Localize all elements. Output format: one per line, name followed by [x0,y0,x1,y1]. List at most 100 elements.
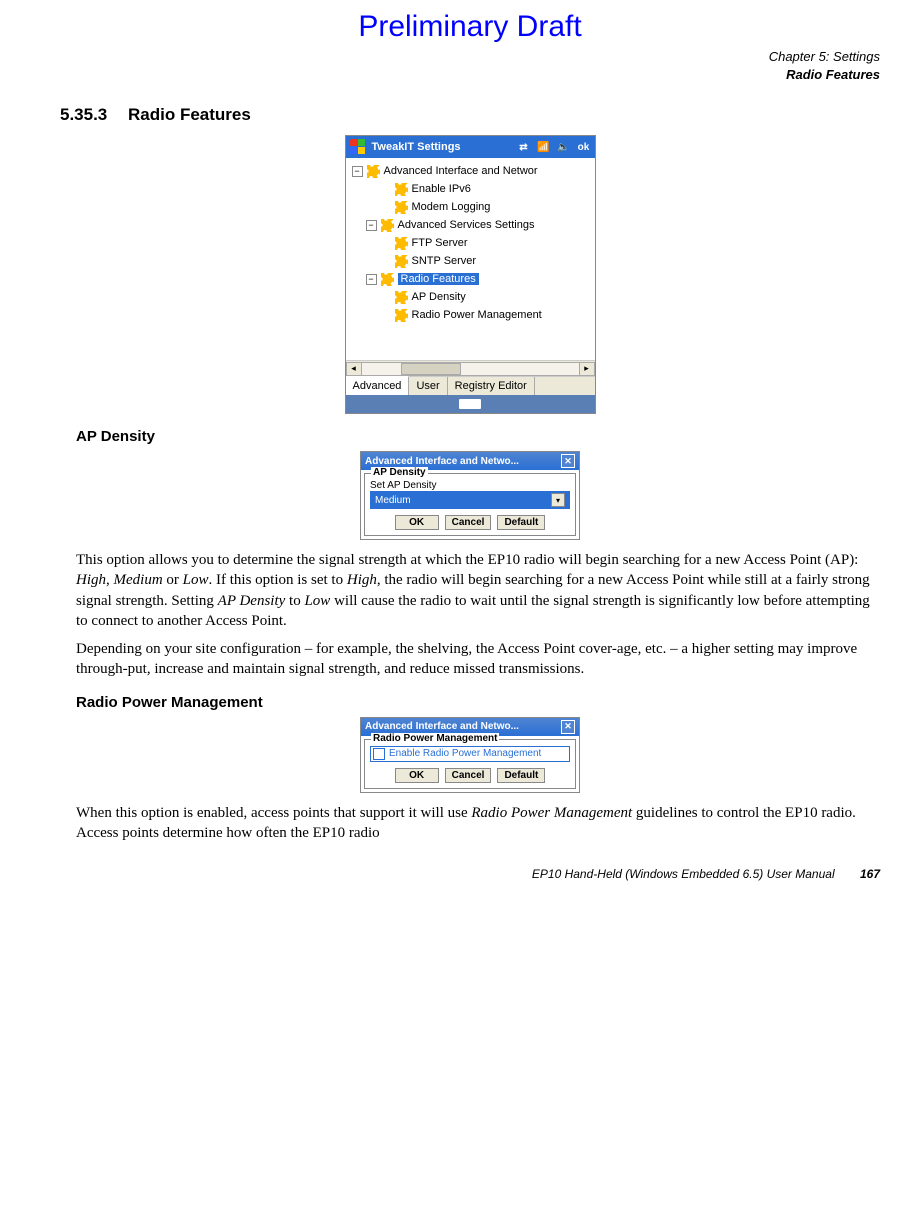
speaker-icon[interactable]: 🔈 [557,140,571,154]
tree-label: Advanced Services Settings [398,219,535,231]
enable-radio-power-row[interactable]: Enable Radio Power Management [370,746,570,762]
section-heading: 5.35.3 Radio Features [60,105,880,125]
chapter-line-1: Chapter 5: Settings [60,48,880,66]
page-number: 167 [860,867,880,881]
text: This option allows you to determine the … [76,552,858,568]
scroll-track[interactable] [362,362,579,376]
ap-density-dropdown[interactable]: Medium ▾ [370,491,570,509]
tweakit-window: TweakIT Settings ⇄ 📶 🔈 ok − Advanced Inte… [345,135,596,414]
tree-label: FTP Server [412,237,468,249]
collapse-icon[interactable]: − [366,274,377,285]
text: . If this option is set to [209,572,347,588]
text: or [163,572,183,588]
emphasis: High [76,572,106,588]
emphasis: Low [183,572,209,588]
groupbox-legend: Radio Power Management [371,733,499,744]
gear-icon [395,201,408,214]
horizontal-scrollbar[interactable]: ◂ ▸ [346,360,595,376]
section-number: 5.35.3 [60,105,107,124]
chevron-down-icon[interactable]: ▾ [551,493,565,507]
emphasis: Radio Power Management [471,805,632,821]
groupbox-ap-density: AP Density Set AP Density Medium ▾ OK Ca… [364,473,576,536]
window-title: TweakIT Settings [372,141,461,153]
checkbox[interactable] [373,748,385,760]
emphasis: Low [304,593,330,609]
dialog-title: Advanced Interface and Netwo... [365,721,519,732]
groupbox-radio-power: Radio Power Management Enable Radio Powe… [364,739,576,789]
tree-item[interactable]: Enable IPv6 [380,180,593,198]
tab-registry-editor[interactable]: Registry Editor [448,377,535,395]
keyboard-icon[interactable] [459,399,481,409]
text: to [285,593,304,609]
set-ap-density-label: Set AP Density [370,480,570,491]
tree-label: Radio Power Management [412,309,542,321]
tree-item[interactable]: FTP Server [380,234,593,252]
tree-item[interactable]: − Advanced Services Settings [366,216,593,234]
groupbox-legend: AP Density [371,467,428,478]
collapse-icon[interactable]: − [352,166,363,177]
ok-button[interactable]: OK [395,515,439,530]
emphasis: High [347,572,377,588]
tree-item[interactable]: SNTP Server [380,252,593,270]
close-icon[interactable]: ✕ [561,720,575,734]
ok-button[interactable]: ok [577,140,591,154]
ok-button[interactable]: OK [395,768,439,783]
gear-icon [381,273,394,286]
paragraph-radio-power: When this option is enabled, access poin… [76,803,880,844]
scroll-thumb[interactable] [401,363,462,375]
tab-user[interactable]: User [409,377,447,395]
tree-item[interactable]: AP Density [380,288,593,306]
tree-pane: − Advanced Interface and Networ Enable IP… [346,158,595,360]
subheading-radio-power: Radio Power Management [76,694,880,711]
tree-label: Advanced Interface and Networ [384,165,538,177]
signal-icon[interactable]: 📶 [537,140,551,154]
emphasis: Medium [114,572,163,588]
chapter-header: Chapter 5: Settings Radio Features [60,48,880,83]
collapse-icon[interactable]: − [366,220,377,231]
tree-label: AP Density [412,291,466,303]
gear-icon [367,165,380,178]
titlebar: TweakIT Settings ⇄ 📶 🔈 ok [346,136,595,158]
tab-strip: Advanced User Registry Editor [346,376,595,395]
tree-label: Enable IPv6 [412,183,471,195]
dialog-title: Advanced Interface and Netwo... [365,456,519,467]
gear-icon [395,309,408,322]
paragraph-ap-density-2: Depending on your site configuration – f… [76,639,880,680]
windows-logo-icon[interactable] [350,139,366,155]
tree-label: Radio Features [398,273,479,285]
tree-label: SNTP Server [412,255,477,267]
radio-power-dialog: Advanced Interface and Netwo... ✕ Radio … [360,717,580,793]
sip-bar [346,395,595,413]
subheading-ap-density: AP Density [76,428,880,445]
figure-ap-density: Advanced Interface and Netwo... ✕ AP Den… [60,451,880,540]
page-footer: EP10 Hand-Held (Windows Embedded 6.5) Us… [60,867,880,881]
tree-item[interactable]: − Advanced Interface and Networ [352,162,593,180]
section-title: Radio Features [128,105,251,124]
watermark: Preliminary Draft [60,10,880,44]
text: When this option is enabled, access poin… [76,805,471,821]
scroll-right-icon[interactable]: ▸ [579,362,595,376]
cancel-button[interactable]: Cancel [445,515,492,530]
paragraph-ap-density-1: This option allows you to determine the … [76,550,880,631]
chapter-line-2: Radio Features [60,66,880,84]
close-icon[interactable]: ✕ [561,454,575,468]
gear-icon [395,255,408,268]
dropdown-value: Medium [375,495,411,506]
sync-icon[interactable]: ⇄ [517,140,531,154]
scroll-left-icon[interactable]: ◂ [346,362,362,376]
checkbox-label: Enable Radio Power Management [389,748,541,759]
tree-item-selected[interactable]: − Radio Features [366,270,593,288]
cancel-button[interactable]: Cancel [445,768,492,783]
gear-icon [395,237,408,250]
settings-tree: − Advanced Interface and Networ Enable IP… [348,162,593,324]
tab-advanced[interactable]: Advanced [346,376,410,395]
footer-text: EP10 Hand-Held (Windows Embedded 6.5) Us… [532,867,835,881]
figure-radio-power: Advanced Interface and Netwo... ✕ Radio … [60,717,880,793]
default-button[interactable]: Default [497,768,545,783]
figure-tweakit: TweakIT Settings ⇄ 📶 🔈 ok − Advanced Inte… [60,135,880,414]
emphasis: AP Density [218,593,286,609]
tree-item[interactable]: Radio Power Management [380,306,593,324]
gear-icon [381,219,394,232]
tree-item[interactable]: Modem Logging [380,198,593,216]
default-button[interactable]: Default [497,515,545,530]
